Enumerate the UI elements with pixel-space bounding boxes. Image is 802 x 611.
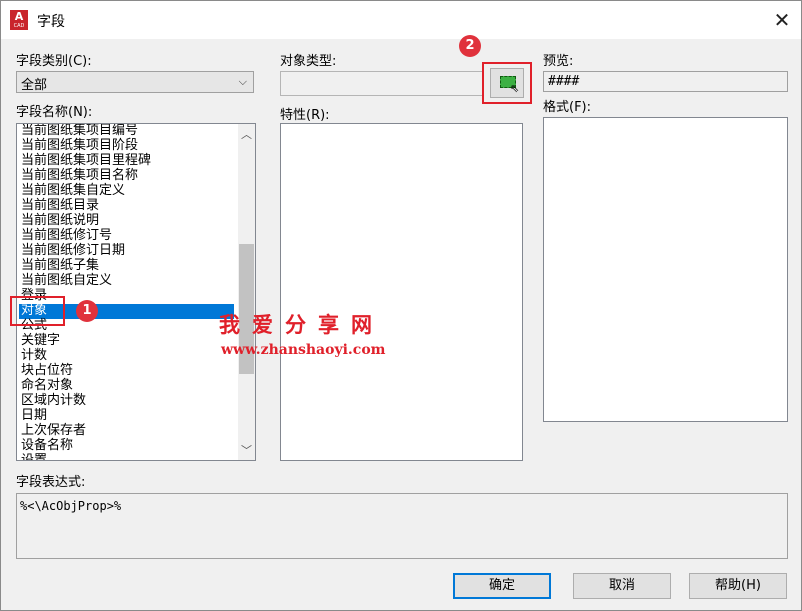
object-type-label: 对象类型: (280, 54, 337, 69)
preview-field: #### (543, 71, 788, 92)
field-expression-value: %<\AcObjProp>% (20, 499, 122, 513)
watermark-url: www.zhanshaoyi.com (221, 342, 386, 358)
ok-button[interactable]: 确定 (453, 573, 551, 599)
list-item[interactable]: 关键字 (21, 334, 234, 349)
step-badge-2: 2 (459, 35, 481, 57)
list-item[interactable]: 区域内计数 (21, 394, 234, 409)
list-item[interactable]: 当前图纸自定义 (21, 274, 234, 289)
format-label: 格式(F): (543, 100, 592, 115)
list-item[interactable]: 当前图纸集自定义 (21, 184, 234, 199)
highlight-box-select-button (482, 62, 532, 104)
close-icon[interactable]: ✕ (767, 5, 797, 35)
list-item[interactable]: 设置 (21, 454, 234, 461)
list-item[interactable]: 当前图纸修订号 (21, 229, 234, 244)
field-category-value: 全部 (21, 78, 48, 93)
title-bar: A CAD 字段 ✕ (1, 1, 801, 39)
list-item[interactable]: 当前图纸集项目里程碑 (21, 154, 234, 169)
autocad-app-icon: A CAD (10, 10, 28, 30)
list-item[interactable]: 块占位符 (21, 364, 234, 379)
scroll-down-icon[interactable]: ﹀ (241, 442, 252, 458)
list-item[interactable]: 当前图纸目录 (21, 199, 234, 214)
cancel-button[interactable]: 取消 (573, 573, 671, 599)
field-names-list[interactable]: 当前图纸集项目编号 当前图纸集项目阶段 当前图纸集项目里程碑 当前图纸集项目名称 当前图… (16, 123, 256, 461)
list-item[interactable]: 当前图纸修订日期 (21, 244, 234, 259)
list-item[interactable]: 设备名称 (21, 439, 234, 454)
scroll-up-icon[interactable]: ︿ (241, 126, 252, 142)
list-item[interactable]: 计数 (21, 349, 234, 364)
highlight-box-object-item (10, 296, 65, 326)
object-type-field (280, 71, 484, 96)
field-category-label: 字段类别(C): (16, 54, 92, 69)
field-expression-label: 字段表达式: (16, 475, 86, 490)
list-item[interactable]: 当前图纸子集 (21, 259, 234, 274)
field-names-items: 当前图纸集项目编号 当前图纸集项目阶段 当前图纸集项目里程碑 当前图纸集项目名称 当前图… (19, 124, 234, 461)
field-list-scrollbar[interactable]: ︿ ﹀ (238, 124, 255, 460)
chevron-down-icon: ⌵ (238, 75, 247, 88)
field-expression-box[interactable]: %<\AcObjProp>% (16, 493, 788, 559)
field-names-label: 字段名称(N): (16, 105, 93, 120)
properties-label: 特性(R): (280, 108, 330, 123)
properties-list[interactable] (280, 123, 523, 461)
list-item[interactable]: 当前图纸集项目编号 (21, 124, 234, 139)
list-item[interactable]: 当前图纸集项目名称 (21, 169, 234, 184)
field-dialog: A CAD 字段 ✕ 字段类别(C): 全部 ⌵ 字段名称(N): 当前图纸集项目… (0, 0, 802, 611)
help-button[interactable]: 帮助(H) (689, 573, 787, 599)
list-item[interactable]: 日期 (21, 409, 234, 424)
window-title: 字段 (37, 14, 65, 30)
preview-label: 预览: (543, 54, 574, 69)
list-item[interactable]: 上次保存者 (21, 424, 234, 439)
step-badge-1: 1 (76, 300, 98, 322)
format-list[interactable] (543, 117, 788, 422)
field-category-dropdown[interactable]: 全部 ⌵ (16, 71, 254, 93)
watermark-title: 我爱分享网 (219, 313, 384, 337)
list-item[interactable]: 当前图纸集项目阶段 (21, 139, 234, 154)
list-item[interactable]: 命名对象 (21, 379, 234, 394)
preview-value: #### (548, 74, 580, 89)
list-item[interactable]: 当前图纸说明 (21, 214, 234, 229)
